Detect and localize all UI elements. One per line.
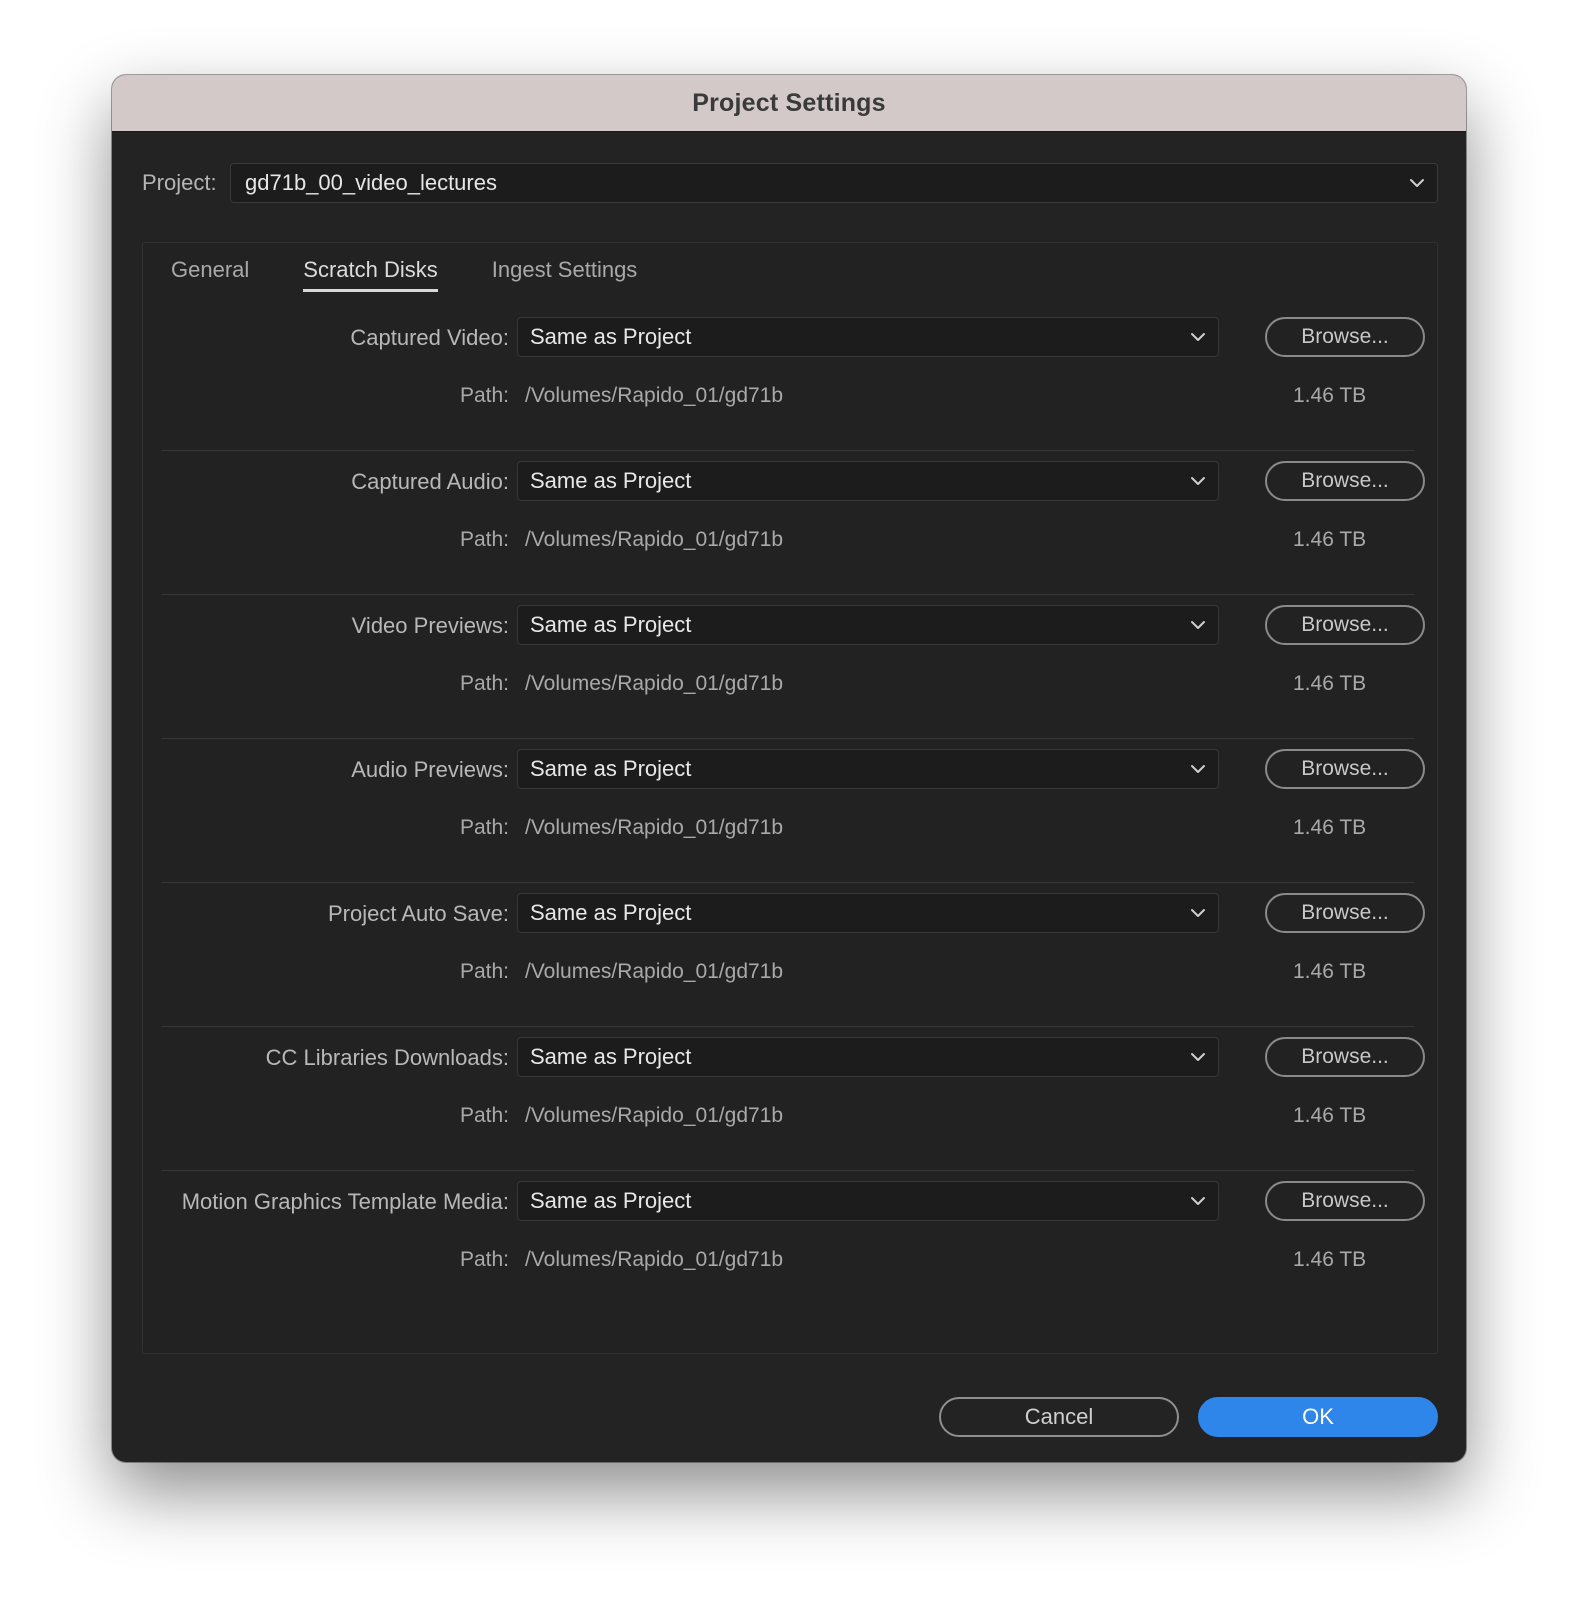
path-value: /Volumes/Rapido_01/gd71b xyxy=(525,528,784,551)
location-select-value: Same as Project xyxy=(530,1188,692,1213)
location-select[interactable]: Same as Project xyxy=(517,893,1219,933)
path-label: Path: xyxy=(459,384,509,407)
scratch-disk-row: Captured Video: Same as Project Browse..… xyxy=(161,307,1425,451)
location-select[interactable]: Same as Project xyxy=(517,1037,1219,1077)
location-select[interactable]: Same as Project xyxy=(517,605,1219,645)
location-select-value: Same as Project xyxy=(530,612,692,637)
path-value: /Volumes/Rapido_01/gd71b xyxy=(525,672,784,695)
chevron-down-icon xyxy=(1188,615,1208,641)
free-space: 1.46 TB xyxy=(1293,1104,1367,1127)
scratch-disk-row: Motion Graphics Template Media: Same as … xyxy=(161,1171,1425,1315)
path-value: /Volumes/Rapido_01/gd71b xyxy=(525,960,784,983)
free-space: 1.46 TB xyxy=(1293,384,1367,407)
browse-button[interactable]: Browse... xyxy=(1265,461,1425,501)
field-label: Video Previews: xyxy=(351,613,509,638)
path-value: /Volumes/Rapido_01/gd71b xyxy=(525,384,784,407)
browse-button[interactable]: Browse... xyxy=(1265,1181,1425,1221)
browse-button[interactable]: Browse... xyxy=(1265,317,1425,357)
dialog-title: Project Settings xyxy=(692,88,886,117)
project-row: Project: gd71b_00_video_lectures xyxy=(142,163,1438,203)
tab-ingest-settings[interactable]: Ingest Settings xyxy=(492,257,638,292)
scratch-disk-row: Audio Previews: Same as Project Browse..… xyxy=(161,739,1425,883)
location-select-value: Same as Project xyxy=(530,324,692,349)
field-label: Audio Previews: xyxy=(351,757,509,782)
location-select[interactable]: Same as Project xyxy=(517,1181,1219,1221)
location-select-value: Same as Project xyxy=(530,468,692,493)
chevron-down-icon xyxy=(1188,903,1208,929)
field-label: Motion Graphics Template Media: xyxy=(181,1189,509,1214)
path-label: Path: xyxy=(459,960,509,983)
free-space: 1.46 TB xyxy=(1293,1248,1367,1271)
chevron-down-icon xyxy=(1407,173,1427,199)
chevron-down-icon xyxy=(1188,471,1208,497)
free-space: 1.46 TB xyxy=(1293,528,1367,551)
project-select[interactable]: gd71b_00_video_lectures xyxy=(230,163,1438,203)
location-select-value: Same as Project xyxy=(530,1044,692,1069)
path-value: /Volumes/Rapido_01/gd71b xyxy=(525,1104,784,1127)
location-select-value: Same as Project xyxy=(530,900,692,925)
field-label: Project Auto Save: xyxy=(328,901,509,926)
location-select[interactable]: Same as Project xyxy=(517,317,1219,357)
browse-button[interactable]: Browse... xyxy=(1265,1037,1425,1077)
field-label: CC Libraries Downloads: xyxy=(265,1045,509,1070)
path-label: Path: xyxy=(459,1248,509,1271)
path-label: Path: xyxy=(459,1104,509,1127)
settings-panel: General Scratch Disks Ingest Settings Ca… xyxy=(142,242,1438,1354)
dialog-titlebar[interactable]: Project Settings xyxy=(112,75,1466,132)
tab-bar: General Scratch Disks Ingest Settings xyxy=(171,257,637,292)
tab-scratch-disks[interactable]: Scratch Disks xyxy=(303,257,438,292)
location-select[interactable]: Same as Project xyxy=(517,749,1219,789)
free-space: 1.46 TB xyxy=(1293,960,1367,983)
path-label: Path: xyxy=(459,816,509,839)
chevron-down-icon xyxy=(1188,1191,1208,1217)
field-label: Captured Video: xyxy=(350,325,509,350)
browse-button[interactable]: Browse... xyxy=(1265,605,1425,645)
path-label: Path: xyxy=(459,528,509,551)
path-value: /Volumes/Rapido_01/gd71b xyxy=(525,816,784,839)
project-select-value: gd71b_00_video_lectures xyxy=(245,170,497,195)
free-space: 1.46 TB xyxy=(1293,672,1367,695)
location-select-value: Same as Project xyxy=(530,756,692,781)
chevron-down-icon xyxy=(1188,1047,1208,1073)
path-label: Path: xyxy=(459,672,509,695)
browse-button[interactable]: Browse... xyxy=(1265,749,1425,789)
tab-general[interactable]: General xyxy=(171,257,249,292)
path-value: /Volumes/Rapido_01/gd71b xyxy=(525,1248,784,1271)
scratch-disk-row: Project Auto Save: Same as Project Brows… xyxy=(161,883,1425,1027)
project-label: Project: xyxy=(142,170,217,195)
scratch-disk-row: CC Libraries Downloads: Same as Project … xyxy=(161,1027,1425,1171)
chevron-down-icon xyxy=(1188,327,1208,353)
cancel-button[interactable]: Cancel xyxy=(939,1397,1179,1437)
field-label: Captured Audio: xyxy=(351,469,509,494)
ok-button[interactable]: OK xyxy=(1198,1397,1438,1437)
scratch-disk-row: Captured Audio: Same as Project Browse..… xyxy=(161,451,1425,595)
scratch-disk-row: Video Previews: Same as Project Browse..… xyxy=(161,595,1425,739)
chevron-down-icon xyxy=(1188,759,1208,785)
free-space: 1.46 TB xyxy=(1293,816,1367,839)
location-select[interactable]: Same as Project xyxy=(517,461,1219,501)
browse-button[interactable]: Browse... xyxy=(1265,893,1425,933)
project-settings-dialog: Project Settings Project: gd71b_00_video… xyxy=(112,75,1466,1462)
